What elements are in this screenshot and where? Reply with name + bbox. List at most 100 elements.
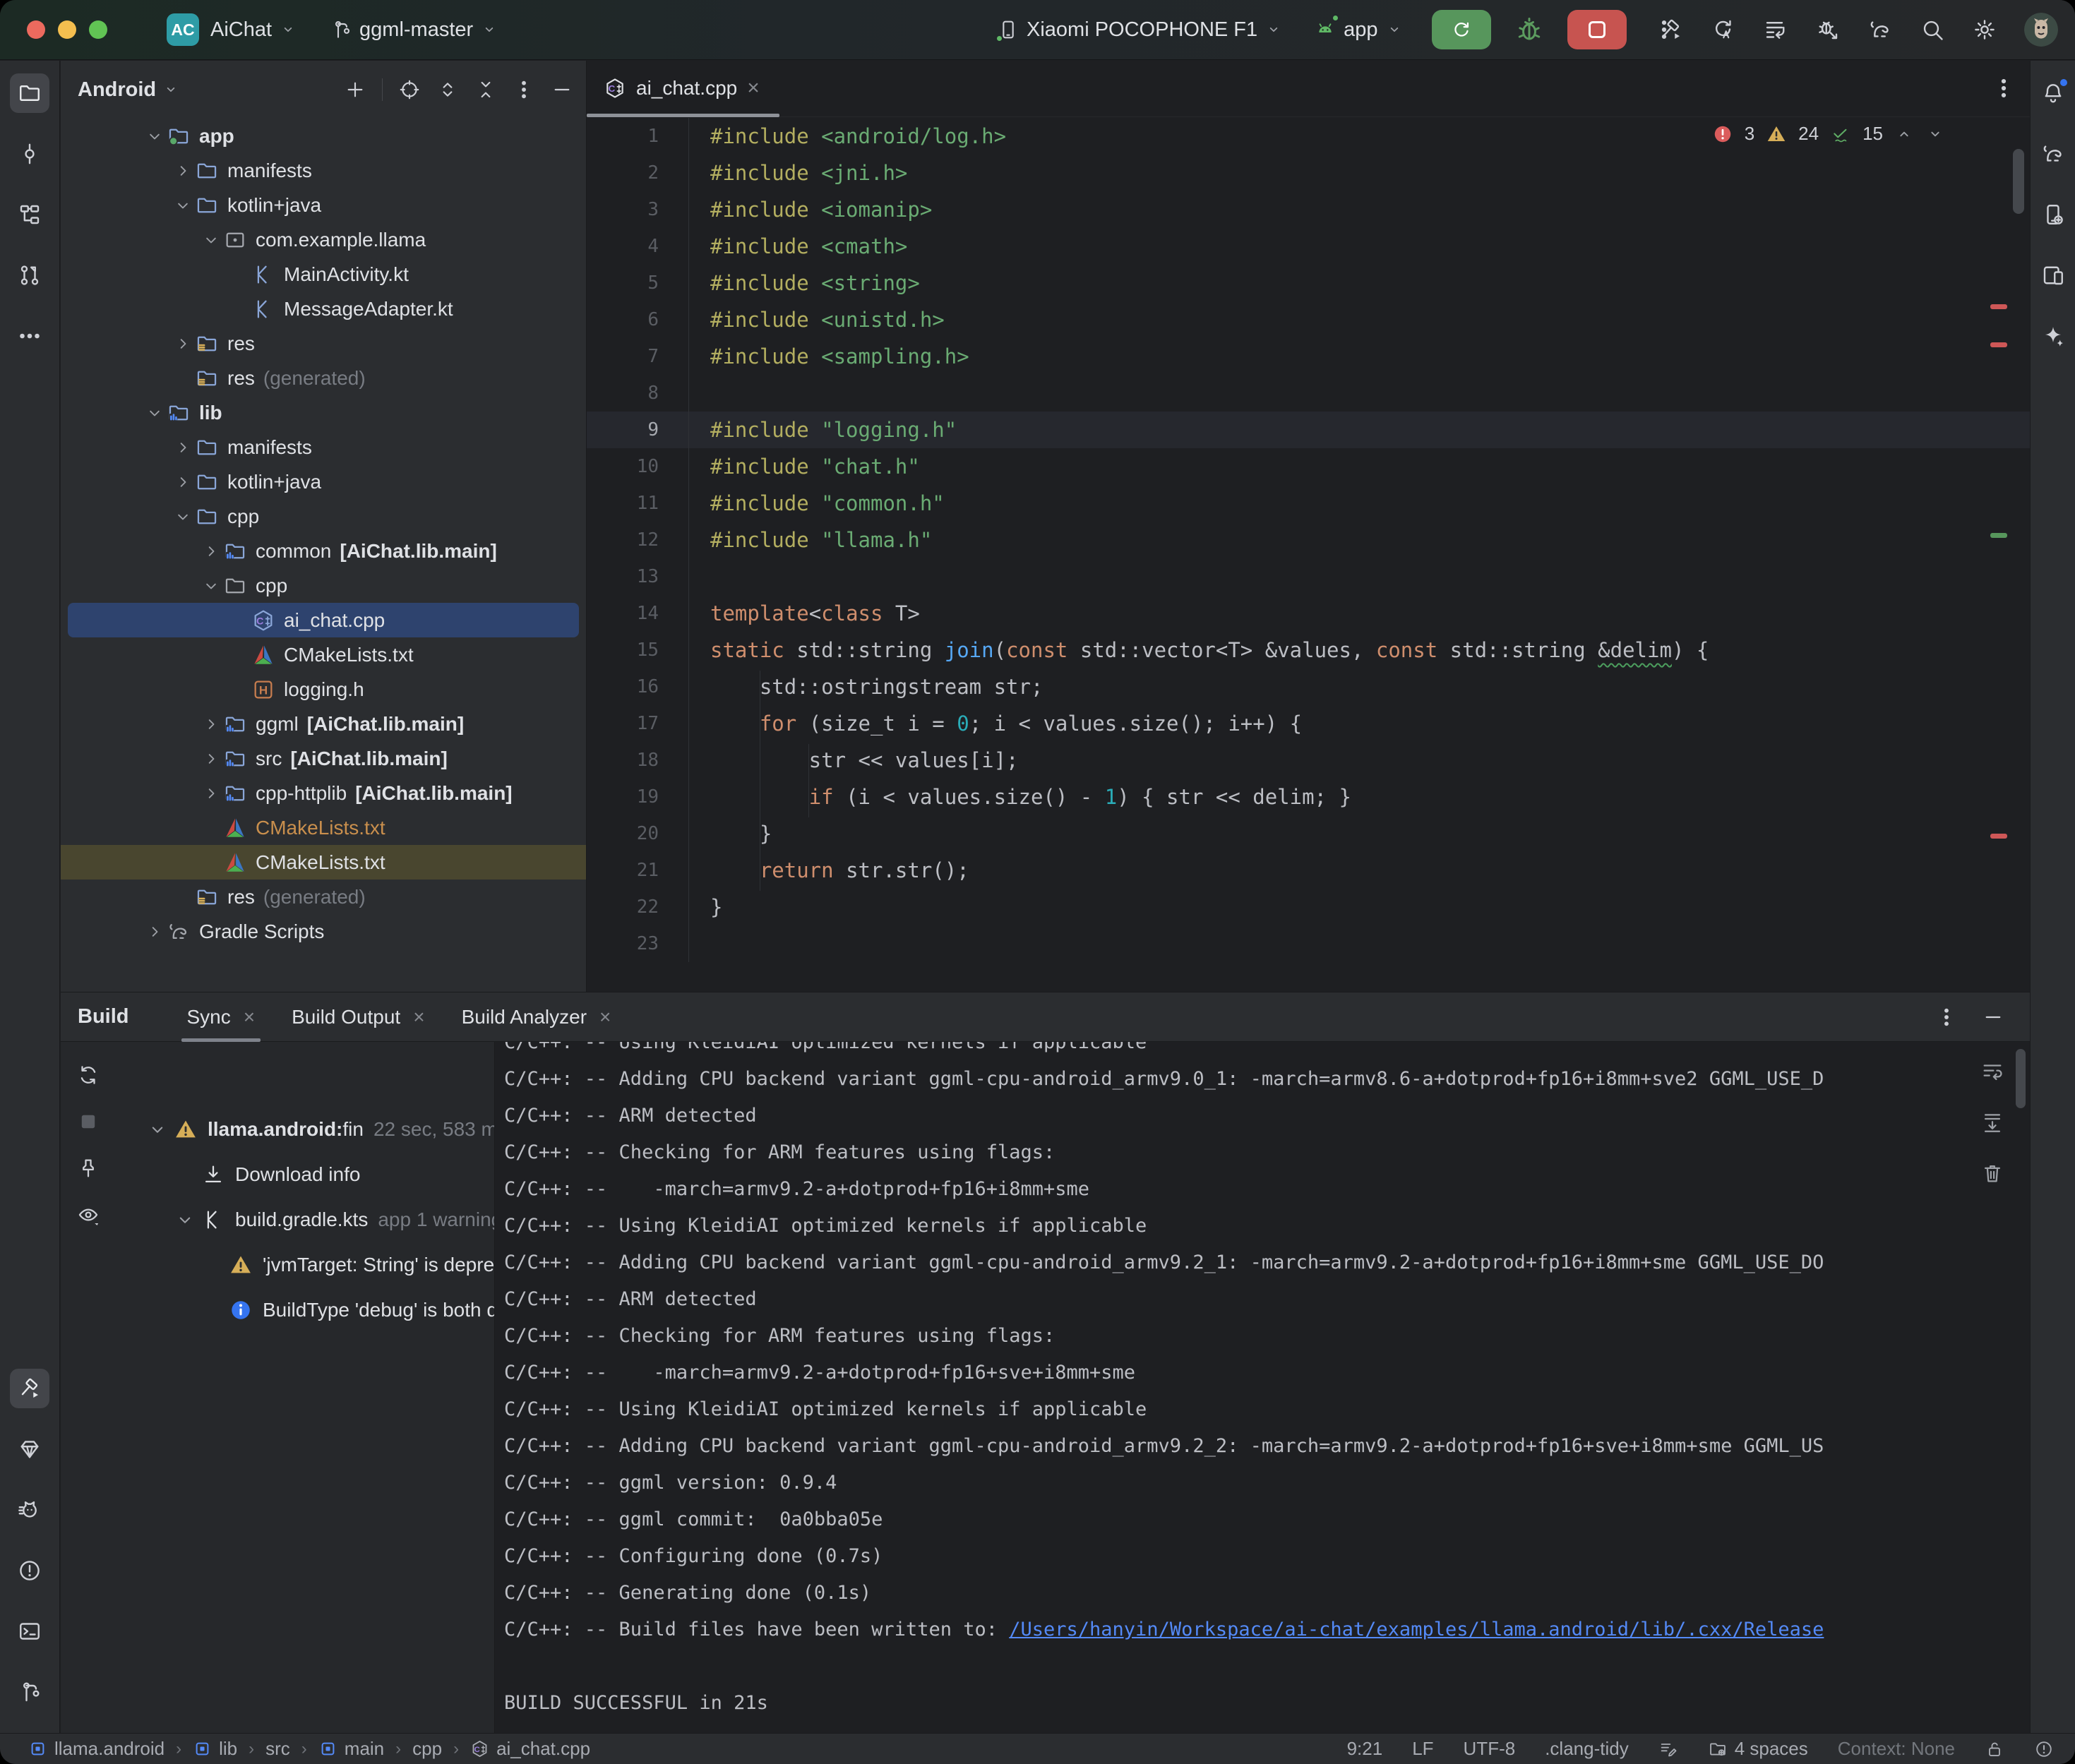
- tree-item-logging-h[interactable]: Hlogging.h: [61, 672, 586, 707]
- soft-wrap-button[interactable]: [1980, 1060, 2004, 1084]
- device-selector[interactable]: Xiaomi POCOPHONE F1: [997, 18, 1283, 42]
- tree-item-src[interactable]: src[AiChat.lib.main]: [61, 741, 586, 776]
- more-vertical-button[interactable]: [513, 78, 535, 101]
- tool-stripe-device-manager-button[interactable]: [2033, 195, 2073, 234]
- tool-stripe-more-horizontal-button[interactable]: [10, 316, 49, 356]
- tree-item-com-example-llama[interactable]: com.example.llama: [61, 222, 586, 257]
- problems-indicator-icon[interactable]: [2034, 1739, 2054, 1759]
- close-tab-icon[interactable]: ×: [413, 1006, 424, 1028]
- tree-item-app[interactable]: app: [61, 119, 586, 153]
- build-tab-build-output[interactable]: Build Output×: [273, 992, 443, 1042]
- editor-tab-ai-chat-cpp[interactable]: C ai_chat.cpp ×: [587, 60, 779, 116]
- tool-stripe-logcat-button[interactable]: [10, 1490, 49, 1530]
- build-output-path-link[interactable]: /Users/hanyin/Workspace/ai-chat/examples…: [1009, 1619, 1824, 1640]
- tree-item-cmakelists-txt[interactable]: CMakeLists.txt: [61, 637, 586, 672]
- chevron-right-icon[interactable]: [171, 334, 195, 354]
- avatar[interactable]: [2024, 13, 2058, 47]
- breadcrumb-src[interactable]: src: [265, 1738, 290, 1760]
- tree-item-mainactivity-kt[interactable]: MainActivity.kt: [61, 257, 586, 292]
- code-area[interactable]: 1#include <android/log.h>2#include <jni.…: [587, 118, 2030, 992]
- code-line-22[interactable]: 22}: [587, 889, 2030, 925]
- context-indicator[interactable]: Context: None: [1838, 1738, 1955, 1760]
- lock-open-icon[interactable]: [1985, 1739, 2004, 1759]
- chevron-down-icon[interactable]: [199, 576, 223, 596]
- tool-stripe-gemini-button[interactable]: [2033, 316, 2073, 356]
- chevron-down-icon[interactable]: [174, 1209, 196, 1230]
- sync-tree-item[interactable]: llama.android: fin22 sec, 583 ms: [61, 1110, 494, 1149]
- gradle-sync-button[interactable]: [1867, 17, 1893, 42]
- tool-stripe-running-devices-button[interactable]: [2033, 256, 2073, 295]
- tree-item-res[interactable]: res(generated): [61, 880, 586, 914]
- code-line-17[interactable]: 17 for (size_t i = 0; i < values.size();…: [587, 705, 2030, 742]
- highlighting-level-icon[interactable]: [1658, 1739, 1678, 1759]
- close-tab-icon[interactable]: ×: [244, 1006, 255, 1028]
- build-tab-build-analyzer[interactable]: Build Analyzer×: [443, 992, 630, 1042]
- attach-debugger-button[interactable]: [1815, 17, 1841, 42]
- sync-refresh-button[interactable]: [76, 1063, 100, 1087]
- breadcrumb-main[interactable]: main: [318, 1738, 384, 1760]
- breadcrumb-lib[interactable]: lib: [193, 1738, 237, 1760]
- breadcrumb-ai-chat-cpp[interactable]: Cai_chat.cpp: [470, 1738, 590, 1760]
- tree-item-res[interactable]: res(generated): [61, 361, 586, 395]
- chevron-right-icon[interactable]: [199, 541, 223, 561]
- code-line-11[interactable]: 11#include "common.h": [587, 485, 2030, 522]
- tool-stripe-pull-requests-button[interactable]: [10, 256, 49, 295]
- tree-item-gradle-scripts[interactable]: Gradle Scripts: [61, 914, 586, 949]
- tool-stripe-app-quality-insights-button[interactable]: [10, 1429, 49, 1469]
- editor-scrollbar[interactable]: [2013, 149, 2024, 214]
- chevron-right-icon[interactable]: [171, 161, 195, 181]
- code-line-7[interactable]: 7#include <sampling.h>: [587, 338, 2030, 375]
- linter-config[interactable]: .clang-tidy: [1545, 1738, 1629, 1760]
- tree-item-res[interactable]: res: [61, 326, 586, 361]
- chevron-down-icon[interactable]: [171, 196, 195, 215]
- chevron-down-icon[interactable]: [143, 403, 167, 423]
- tree-item-ai-chat-cpp[interactable]: Cai_chat.cpp: [68, 603, 579, 637]
- code-line-20[interactable]: 20 }: [587, 815, 2030, 852]
- rerun-button[interactable]: [1432, 10, 1491, 49]
- code-line-6[interactable]: 6#include <unistd.h>: [587, 301, 2030, 338]
- chevron-right-icon[interactable]: [171, 472, 195, 492]
- editor-options-icon[interactable]: [1992, 76, 2016, 100]
- code-line-13[interactable]: 13: [587, 558, 2030, 595]
- tool-stripe-notifications-button[interactable]: [2033, 73, 2073, 113]
- chevron-right-icon[interactable]: [143, 922, 167, 942]
- indent-config[interactable]: 4 spaces: [1708, 1738, 1808, 1760]
- add-button[interactable]: [344, 78, 366, 101]
- chevron-down-icon[interactable]: [147, 1119, 168, 1140]
- chevron-down-icon[interactable]: [171, 507, 195, 527]
- file-encoding[interactable]: UTF-8: [1464, 1738, 1516, 1760]
- code-line-4[interactable]: 4#include <cmath>: [587, 228, 2030, 265]
- close-window-button[interactable]: [27, 20, 45, 39]
- tool-stripe-build-hammer-button[interactable]: [10, 1369, 49, 1408]
- run-config-selector[interactable]: app: [1314, 18, 1403, 42]
- project-view-selector[interactable]: Android: [78, 78, 156, 102]
- stop-button[interactable]: [1567, 10, 1627, 49]
- tool-stripe-project-button[interactable]: [10, 73, 49, 113]
- more-vertical-button[interactable]: [1935, 1006, 1958, 1028]
- chevron-right-icon[interactable]: [199, 714, 223, 734]
- code-line-3[interactable]: 3#include <iomanip>: [587, 191, 2030, 228]
- branch-selector[interactable]: ggml-master: [330, 18, 498, 42]
- minimize-window-button[interactable]: [58, 20, 76, 39]
- tool-stripe-problems-button[interactable]: [10, 1551, 49, 1590]
- locate-button[interactable]: [398, 78, 421, 101]
- chevron-right-icon[interactable]: [171, 438, 195, 457]
- sync-tree-item[interactable]: Download info: [61, 1155, 494, 1194]
- code-line-19[interactable]: 19 if (i < values.size() - 1) { str << d…: [587, 779, 2030, 815]
- code-line-23[interactable]: 23: [587, 925, 2030, 962]
- tree-item-manifests[interactable]: manifests: [61, 430, 586, 464]
- tool-stripe-terminal-button[interactable]: [10, 1612, 49, 1651]
- line-ending[interactable]: LF: [1412, 1738, 1433, 1760]
- sync-tree-item[interactable]: BuildType 'debug' is both de: [61, 1290, 494, 1330]
- console-scrollbar[interactable]: [2016, 1049, 2026, 1108]
- hide-button[interactable]: [1982, 1006, 2004, 1028]
- tree-item-cpp-httplib[interactable]: cpp-httplib[AiChat.lib.main]: [61, 776, 586, 810]
- caret-position[interactable]: 9:21: [1347, 1738, 1383, 1760]
- breadcrumb-llama-android[interactable]: llama.android: [28, 1738, 165, 1760]
- chevron-down-icon[interactable]: [143, 126, 167, 146]
- settings-button[interactable]: [1972, 17, 1997, 42]
- tool-stripe-version-control-button[interactable]: [10, 1672, 49, 1712]
- tree-item-kotlin-java[interactable]: kotlin+java: [61, 464, 586, 499]
- chevron-right-icon[interactable]: [199, 749, 223, 769]
- search-button[interactable]: [1920, 17, 1945, 42]
